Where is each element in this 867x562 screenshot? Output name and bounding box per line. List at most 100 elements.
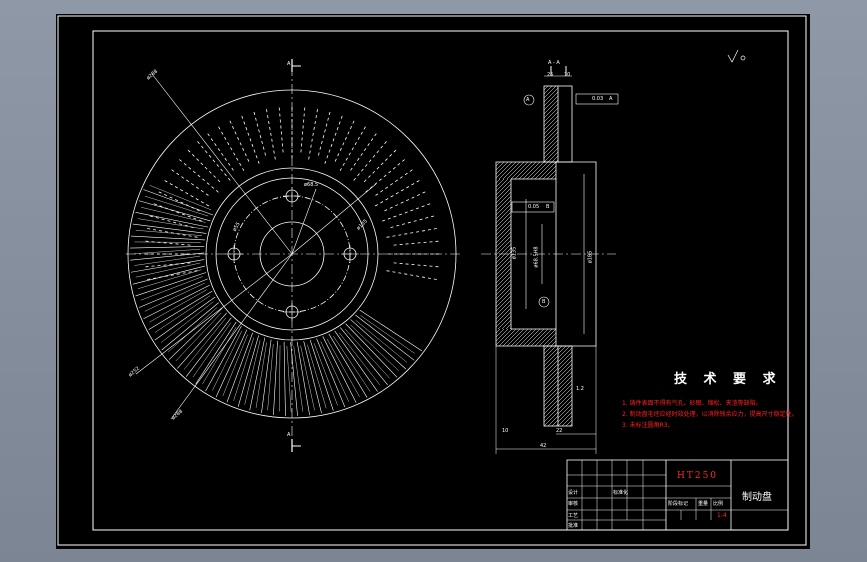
section-hatch-line: [557, 383, 573, 399]
section-hatch-line: [495, 287, 512, 304]
section-hatch-line: [495, 211, 512, 228]
hatch-line: [355, 314, 415, 361]
vane-line: [161, 178, 210, 207]
section-hatch-line: [543, 119, 559, 135]
hatch-line: [355, 320, 408, 363]
hatch-line: [261, 339, 272, 414]
hatch-line: [359, 309, 422, 352]
outer-border: [57, 15, 807, 546]
vane-line: [205, 130, 234, 171]
section-mark-top: A: [287, 61, 291, 67]
section-hatch-line: [495, 161, 513, 179]
section-hatch-line: [495, 328, 513, 346]
hatch-line: [283, 341, 286, 416]
hatch-line: [237, 335, 259, 407]
section-hatch-line: [557, 379, 573, 395]
section-hatch-line: [495, 161, 501, 167]
section-hatch-line: [543, 395, 559, 411]
section-hatch-line: [495, 279, 512, 296]
section-hatch-line: [543, 379, 559, 395]
hatch-line: [340, 327, 388, 385]
vane-line: [386, 270, 440, 281]
tech-requirement-2: 2. 制动盘毛坯应经时效处理，以消除残余应力，提高尺寸稳定性。: [622, 411, 798, 418]
section-hatch-line: [495, 191, 512, 208]
tol-runout-datum: B: [546, 204, 550, 210]
section-hatch-line: [547, 151, 559, 163]
section-hatch-line: [561, 415, 573, 427]
hatch-line: [133, 249, 201, 254]
section-hatch-line: [557, 407, 573, 423]
part-name: 制动盘: [742, 492, 772, 503]
hatch-line: [328, 333, 368, 398]
section-hatch-line: [543, 363, 559, 379]
section-hatch-line: [550, 173, 557, 180]
section-hatch-line: [543, 359, 559, 375]
section-hatch-line: [543, 95, 559, 111]
section-hatch-line: [495, 203, 512, 220]
section-hatch-line: [546, 169, 557, 180]
hatch-line: [300, 345, 315, 411]
section-hatch-line: [557, 391, 573, 407]
hatch-line: [303, 341, 322, 414]
vane-line: [374, 178, 423, 207]
roughness-value: 1.2: [576, 386, 584, 392]
section-hatch-line: [543, 391, 559, 407]
vane-line: [386, 227, 440, 238]
hatch-line: [138, 200, 211, 222]
vane-line: [228, 117, 250, 162]
drawing-sheet: A A ø288 ø68.5 ø135 ø55 ø252 ø288 A - A …: [56, 14, 810, 549]
hatch-line: [286, 345, 292, 413]
vane-line: [393, 240, 442, 246]
section-hatch-line: [557, 411, 573, 427]
vane-line: [384, 190, 429, 212]
section-hatch-line: [497, 315, 512, 330]
section-hatch-line: [495, 223, 512, 240]
inner-frame: [92, 30, 789, 531]
section-hatch-line: [495, 187, 512, 204]
hatch-line: [135, 230, 202, 236]
hatch-line: [144, 195, 209, 217]
section-view: [481, 66, 619, 454]
section-hatch-line: [495, 255, 512, 272]
cad-drawing: [57, 15, 807, 546]
section-hatch-line: [557, 359, 573, 375]
hatch-line: [233, 337, 254, 401]
vane-line: [176, 157, 219, 193]
vane-line: [168, 167, 209, 196]
section-hatch-line: [543, 103, 559, 119]
vane-line: [265, 106, 276, 160]
section-hatch-line: [495, 291, 512, 308]
tb-label-stage: 阶段标记: [668, 501, 689, 507]
section-hatch-line: [557, 395, 573, 411]
section-hatch-line: [542, 332, 557, 347]
dim-bore-tolerance: ø68.5H8: [533, 246, 540, 268]
tol-flatness-value: 0.03: [592, 96, 604, 102]
section-hatch-line: [557, 367, 573, 383]
vane-line: [278, 104, 284, 153]
section-hatch-line: [495, 235, 512, 252]
dim-hat-diameter: ø185: [587, 250, 594, 264]
tb-label-standard: 标准化: [613, 490, 629, 496]
vane-line: [195, 138, 231, 181]
hatch-line: [132, 265, 205, 285]
vane-line: [144, 270, 198, 281]
section-hatch-line: [557, 347, 573, 363]
section-hatch-line: [495, 267, 512, 284]
section-hatch-line: [557, 403, 573, 419]
section-hatch-line: [543, 407, 559, 423]
section-hatch-line: [543, 411, 559, 427]
section-hatch-line: [557, 375, 573, 391]
section-hatch-line: [495, 299, 512, 316]
section-hatch-line: [543, 347, 559, 363]
section-hatch-line: [557, 345, 563, 351]
dim-top-width: 25: [547, 72, 554, 78]
section-hatch-line: [542, 165, 557, 180]
section-hatch-line: [495, 239, 512, 256]
section-hatch-line: [543, 387, 559, 403]
tb-label-process: 工艺: [568, 513, 579, 519]
vane-line: [308, 106, 319, 160]
section-hatch-line: [543, 135, 559, 151]
section-hatch-line: [543, 85, 553, 95]
section-hatch-line: [495, 307, 512, 324]
section-hatch-line: [543, 383, 559, 399]
